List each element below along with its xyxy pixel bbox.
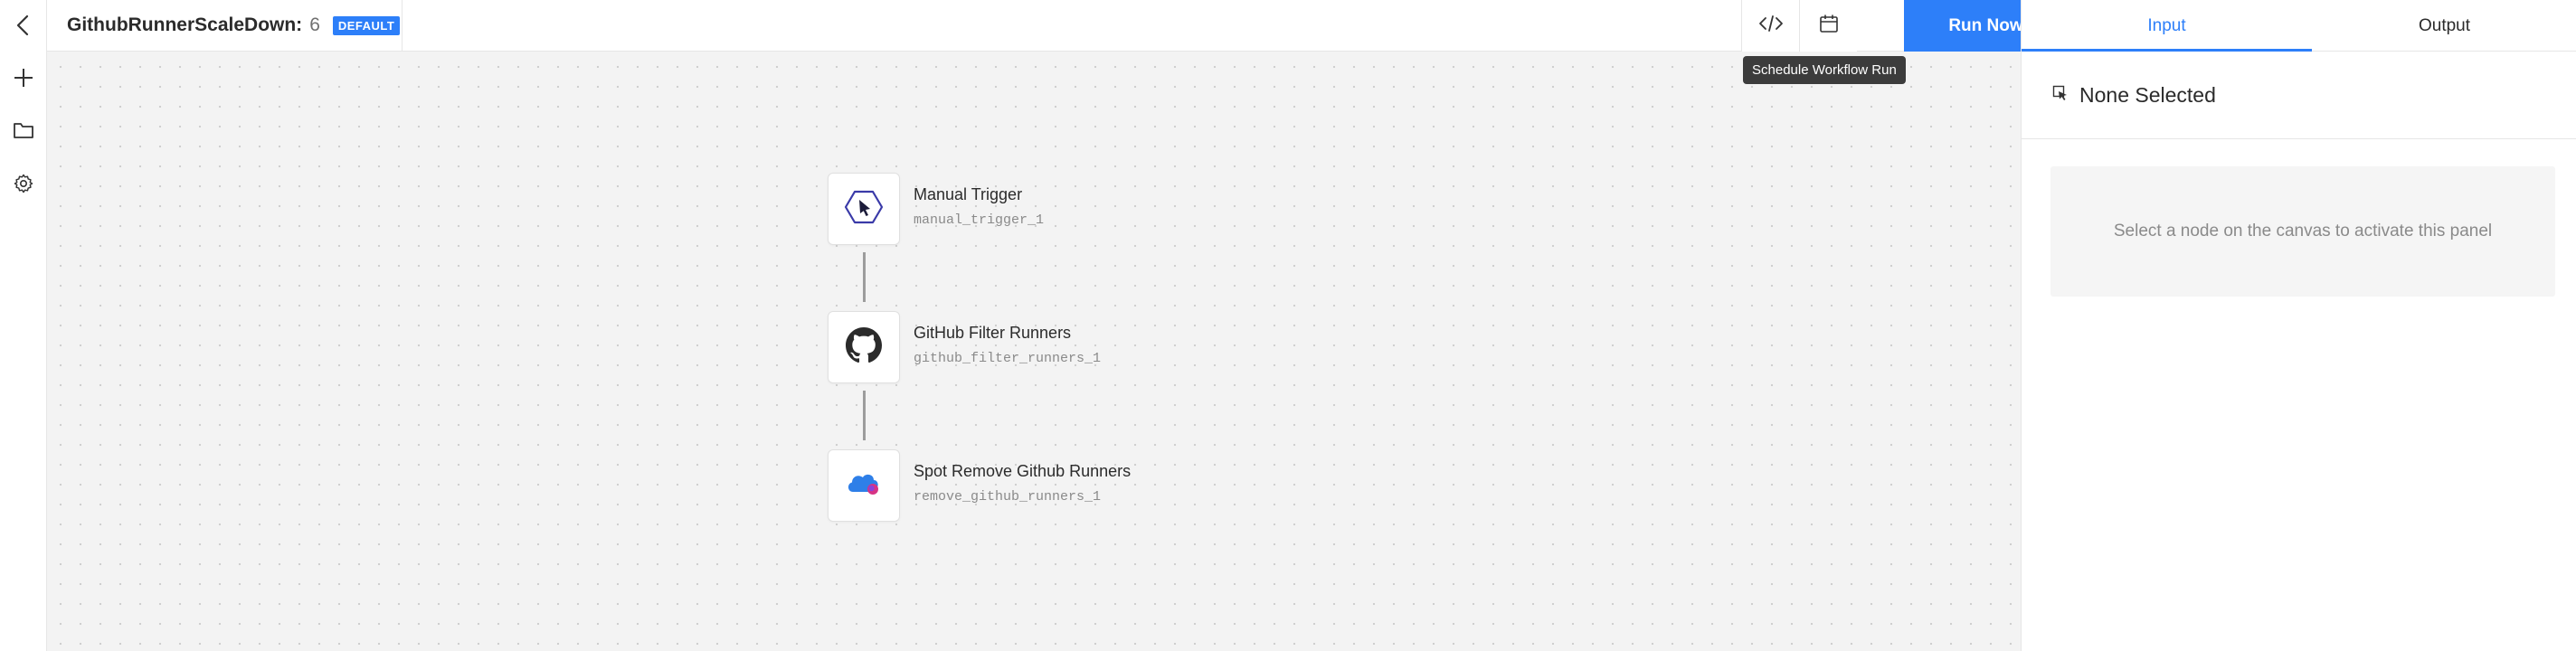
- node-connector: [863, 252, 866, 302]
- node-title: Spot Remove Github Runners: [914, 462, 1132, 480]
- cursor-hexagon-icon: [844, 189, 884, 230]
- node-manual-trigger[interactable]: [828, 173, 900, 245]
- left-rail: [0, 0, 47, 651]
- back-arrow-icon[interactable]: [7, 9, 40, 42]
- spot-cloud-icon: [845, 470, 883, 502]
- node-title: GitHub Filter Runners: [914, 324, 1072, 342]
- node-connector: [863, 391, 866, 440]
- empty-state-box: Select a node on the canvas to activate …: [2050, 166, 2555, 297]
- default-badge: DEFAULT: [332, 15, 401, 35]
- folder-icon[interactable]: [7, 114, 40, 146]
- node-label-manual-trigger: Manual Trigger manual_trigger_1: [914, 185, 1044, 228]
- gear-icon[interactable]: [7, 167, 40, 200]
- workflow-version: 6: [309, 14, 320, 35]
- node-label-github-filter-runners: GitHub Filter Runners github_filter_runn…: [914, 324, 1101, 366]
- schedule-tooltip: Schedule Workflow Run: [1743, 56, 1906, 84]
- github-icon: [846, 326, 882, 368]
- code-icon: [1758, 14, 1784, 37]
- node-id: github_filter_runners_1: [914, 351, 1102, 366]
- workflow-canvas[interactable]: Manual Trigger manual_trigger_1 GitHub F…: [47, 52, 2021, 651]
- inspector-panel: Input Output None Selected Select a node…: [2021, 0, 2576, 651]
- cursor-select-icon: [2052, 85, 2069, 106]
- node-id: manual_trigger_1: [914, 212, 1045, 228]
- node-github-filter-runners[interactable]: [828, 311, 900, 383]
- none-selected-title: None Selected: [2079, 83, 2216, 107]
- top-bar: GithubRunnerScaleDown: 6 DEFAULT Run Now: [47, 0, 2068, 52]
- empty-state-hint: Select a node on the canvas to activate …: [2113, 222, 2493, 241]
- workflow-name: GithubRunnerScaleDown:: [67, 14, 303, 35]
- none-selected-header: None Selected: [2052, 83, 2216, 108]
- plus-icon[interactable]: [7, 61, 40, 94]
- node-spot-remove-github-runners[interactable]: [828, 449, 900, 522]
- tab-output[interactable]: Output: [2312, 0, 2576, 52]
- code-view-button[interactable]: [1741, 0, 1799, 52]
- node-title: Manual Trigger: [914, 185, 1023, 203]
- calendar-icon: [1819, 14, 1839, 38]
- tab-input[interactable]: Input: [2022, 0, 2312, 52]
- node-id: remove_github_runners_1: [914, 489, 1102, 505]
- workflow-title: GithubRunnerScaleDown: 6 DEFAULT: [67, 14, 401, 36]
- node-label-spot-remove-github-runners: Spot Remove Github Runners remove_github…: [914, 462, 1131, 505]
- schedule-button[interactable]: [1799, 0, 1857, 52]
- panel-tabs: Input Output: [2022, 0, 2576, 52]
- panel-divider: [2022, 138, 2576, 139]
